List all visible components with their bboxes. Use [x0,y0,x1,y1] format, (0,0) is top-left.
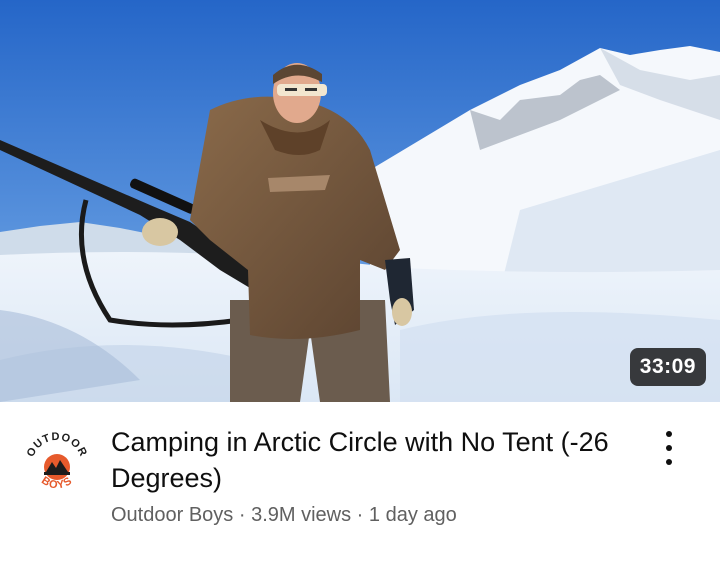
thumbnail-image [0,0,720,402]
duration-badge: 33:09 [629,348,706,386]
channel-avatar[interactable]: OUTDOOR BOYS [20,428,94,502]
video-thumbnail[interactable]: 33:09 [0,0,720,402]
dot [666,431,672,437]
more-vertical-icon[interactable] [655,428,683,468]
dot [666,445,672,451]
dot [666,459,672,465]
video-title[interactable]: Camping in Arctic Circle with No Tent (-… [111,424,631,496]
outdoor-boys-logo-icon: OUTDOOR BOYS [22,430,92,500]
upload-age: 1 day ago [368,504,457,526]
separator: · [233,504,252,526]
channel-name[interactable]: Outdoor Boys [111,504,233,526]
view-count: 3.9M views [251,504,352,526]
separator: · [351,504,369,526]
video-meta: OUTDOOR BOYS Camping in Arctic Circle wi… [0,402,720,563]
video-subline: Outdoor Boys · 3.9M views · 1 day ago [111,502,631,528]
